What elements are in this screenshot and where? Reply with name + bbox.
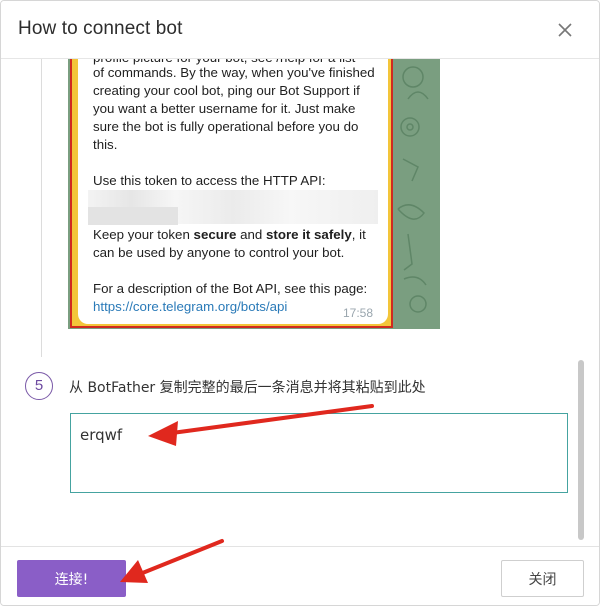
api-desc: For a description of the Bot API, see th… bbox=[93, 281, 368, 296]
connect-bot-dialog: How to connect bot of commands. By the w… bbox=[0, 0, 600, 606]
close-button[interactable]: 关闭 bbox=[501, 560, 584, 597]
close-icon[interactable] bbox=[556, 21, 574, 39]
scrollbar[interactable] bbox=[578, 360, 584, 540]
dialog-title: How to connect bot bbox=[18, 18, 183, 39]
token-blurred-part bbox=[88, 207, 178, 225]
token-intro: Use this token to access the HTTP API: bbox=[93, 173, 326, 188]
botfather-message-bubble: profile picture for your bot, see /help … bbox=[78, 59, 388, 324]
bot-message-input[interactable]: erqwf bbox=[70, 413, 568, 493]
step-number-badge: 5 bbox=[25, 372, 53, 400]
connect-button[interactable]: 连接! bbox=[17, 560, 126, 597]
dialog-footer: 连接! 关闭 bbox=[1, 546, 599, 605]
message-time: 17:58 bbox=[343, 306, 374, 320]
step-timeline-line bbox=[41, 59, 42, 357]
dialog-header: How to connect bot bbox=[1, 1, 599, 59]
step-label: 从 BotFather 复制完整的最后一条消息并将其粘贴到此处 bbox=[69, 380, 426, 396]
message-paragraph: of commands. By the way, when you've fin… bbox=[93, 65, 375, 152]
api-link[interactable]: https://core.telegram.org/bots/api bbox=[93, 298, 383, 316]
secure-note: Keep your token secure and store it safe… bbox=[93, 227, 366, 260]
dialog-body: profile picture for your bot, see /help … bbox=[1, 59, 599, 546]
